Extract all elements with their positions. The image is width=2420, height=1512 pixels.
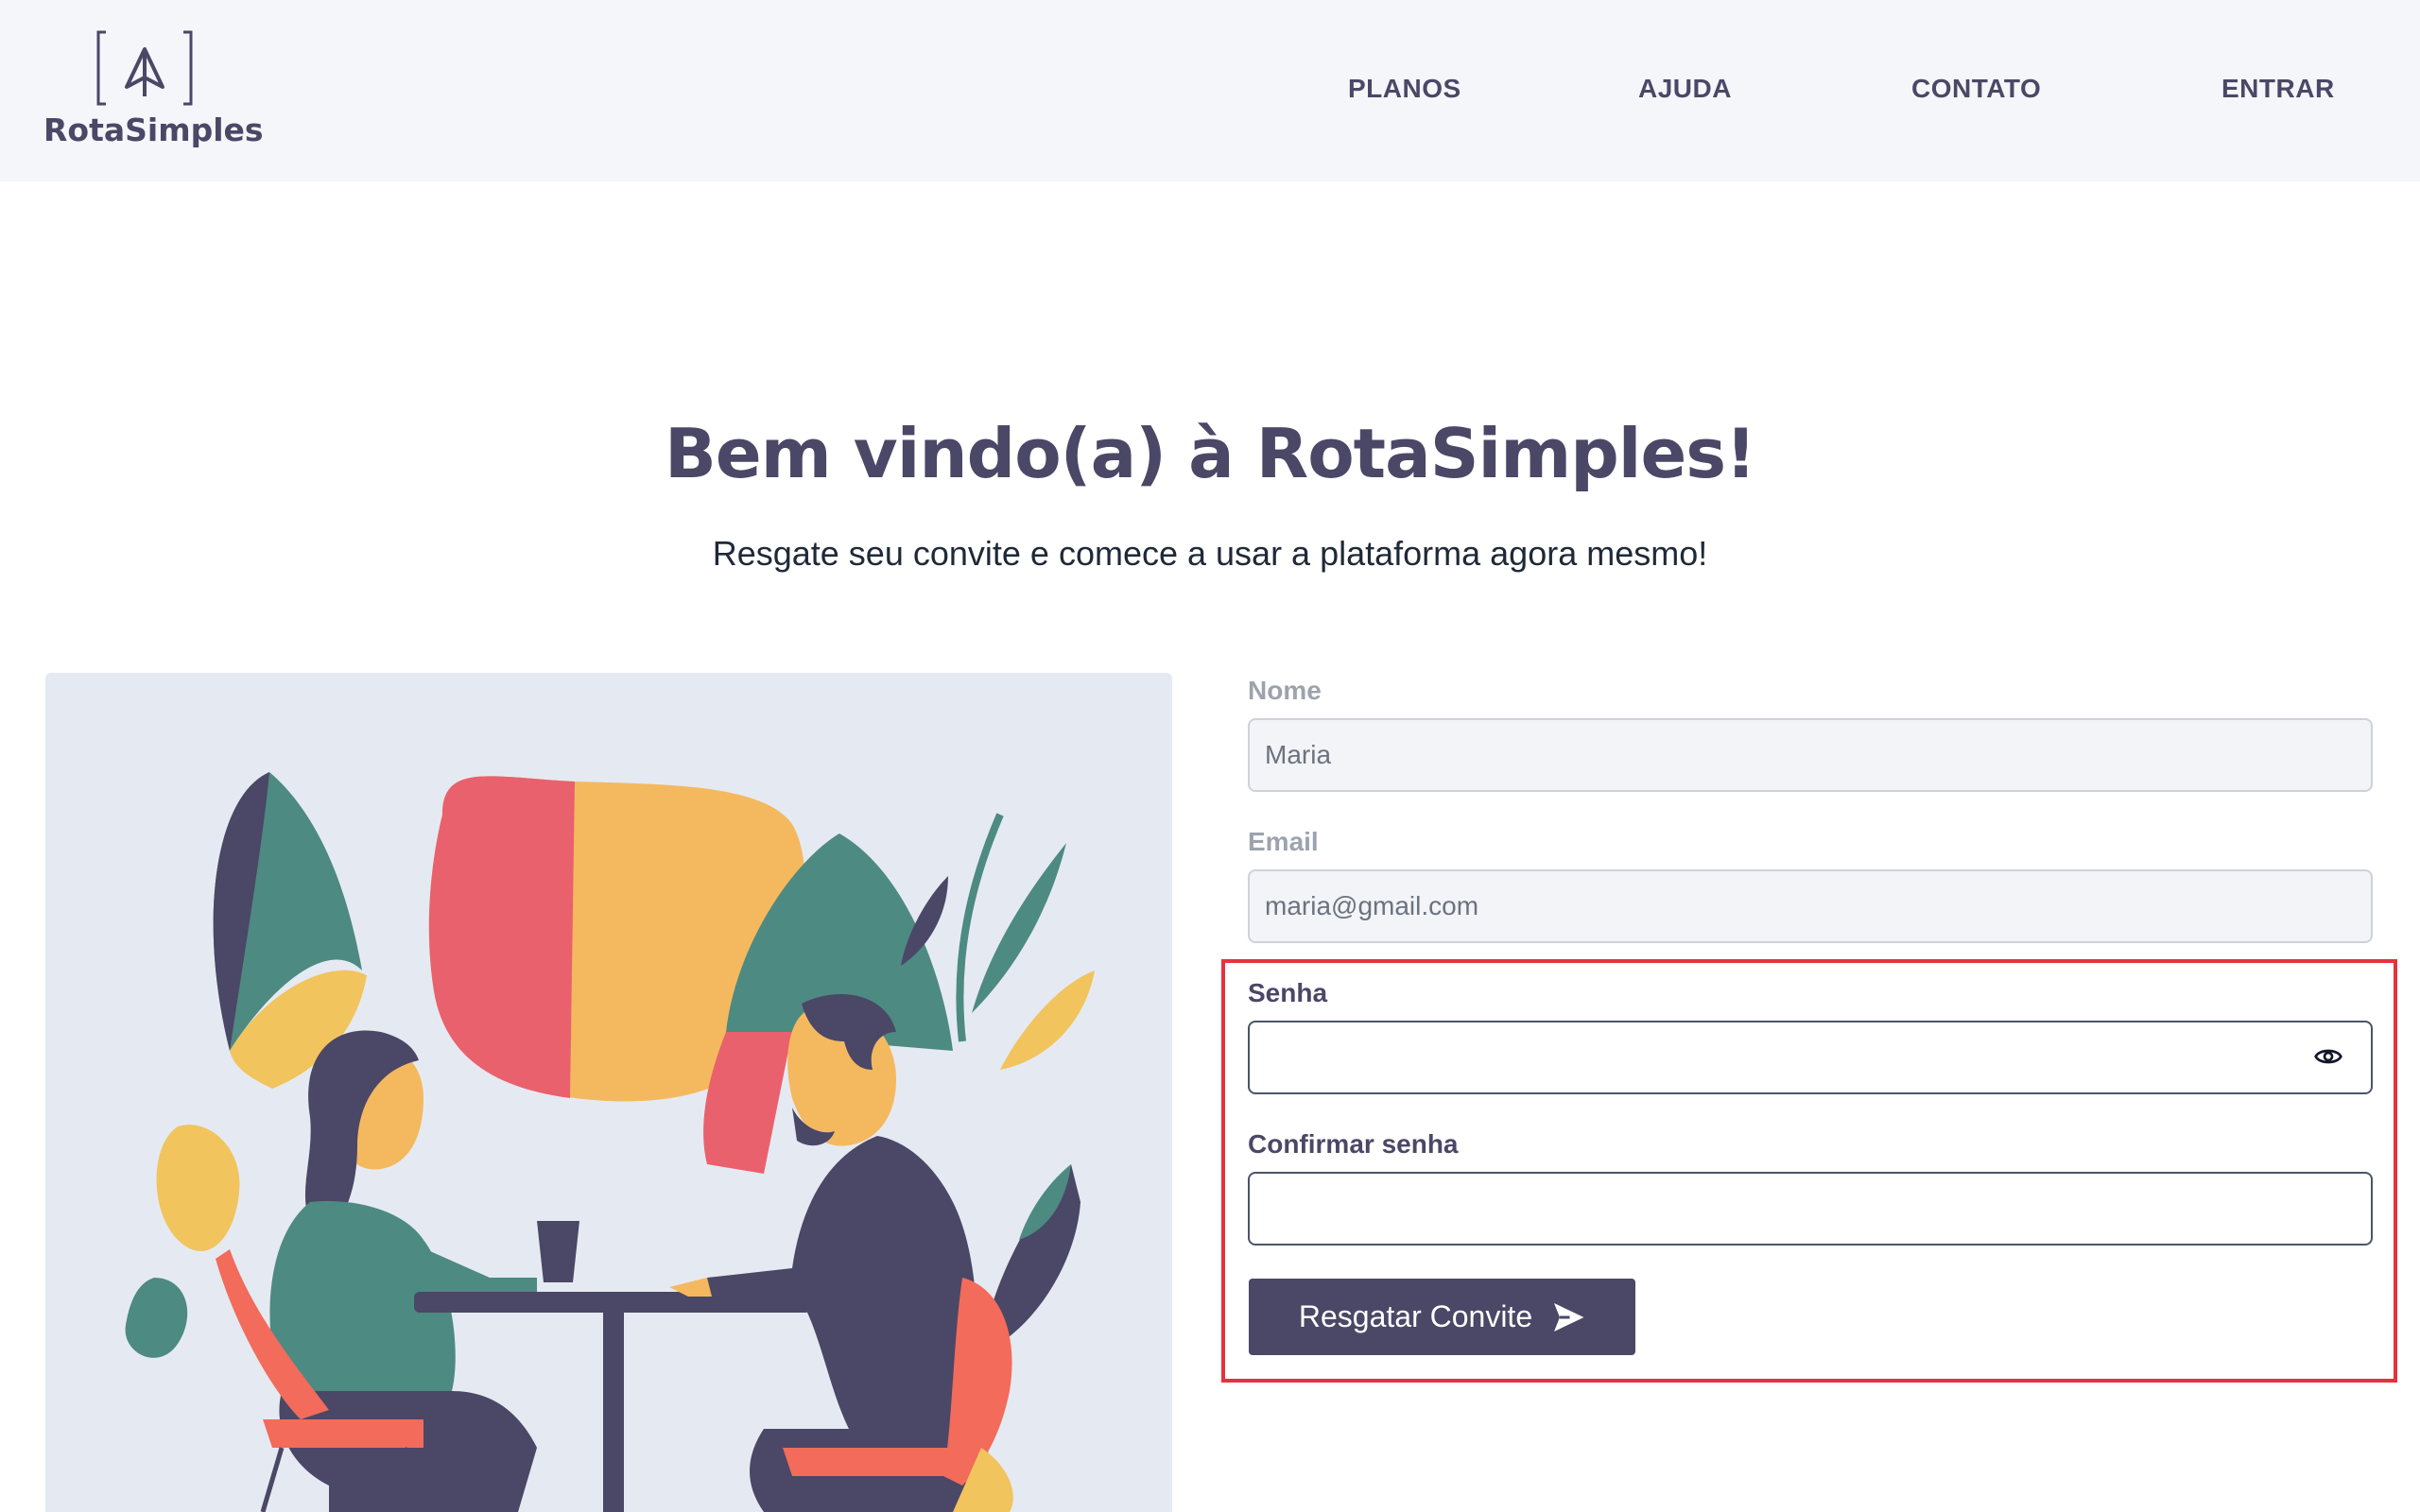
- eye-icon[interactable]: [2313, 1041, 2343, 1072]
- page-subtitle: Resgate seu convite e comece a usar a pl…: [712, 534, 1708, 573]
- brand-name: RotaSimples: [43, 112, 264, 148]
- nav-link-contato[interactable]: CONTATO: [1911, 74, 2041, 104]
- password-label: Senha: [1248, 978, 1328, 1007]
- name-field[interactable]: [1248, 718, 2373, 792]
- nav-link-planos[interactable]: PLANOS: [1348, 74, 1461, 104]
- email-label: Email: [1248, 827, 1319, 856]
- nav-link-entrar[interactable]: ENTRAR: [2221, 74, 2335, 104]
- name-label: Nome: [1248, 676, 1322, 705]
- email-field[interactable]: [1248, 869, 2373, 943]
- send-icon: [1554, 1302, 1584, 1332]
- redeem-invite-label: Resgatar Convite: [1298, 1299, 1533, 1333]
- two-people-at-table-illustration: [125, 772, 1095, 1512]
- top-navbar: RotaSimples PLANOS AJUDA CONTATO ENTRAR: [0, 0, 2420, 181]
- password-field[interactable]: [1248, 1021, 2373, 1094]
- page-title: Bem vindo(a) à RotaSimples!: [664, 414, 1756, 493]
- confirm-password-label: Confirmar senha: [1248, 1129, 1459, 1159]
- brand-logo[interactable]: RotaSimples: [43, 28, 264, 156]
- hero-illustration: [45, 673, 1172, 1512]
- redeem-invite-button[interactable]: Resgatar Convite: [1249, 1279, 1635, 1355]
- logo-mark-icon: [96, 30, 193, 106]
- confirm-password-field[interactable]: [1248, 1172, 2373, 1246]
- nav-link-ajuda[interactable]: AJUDA: [1638, 74, 1732, 104]
